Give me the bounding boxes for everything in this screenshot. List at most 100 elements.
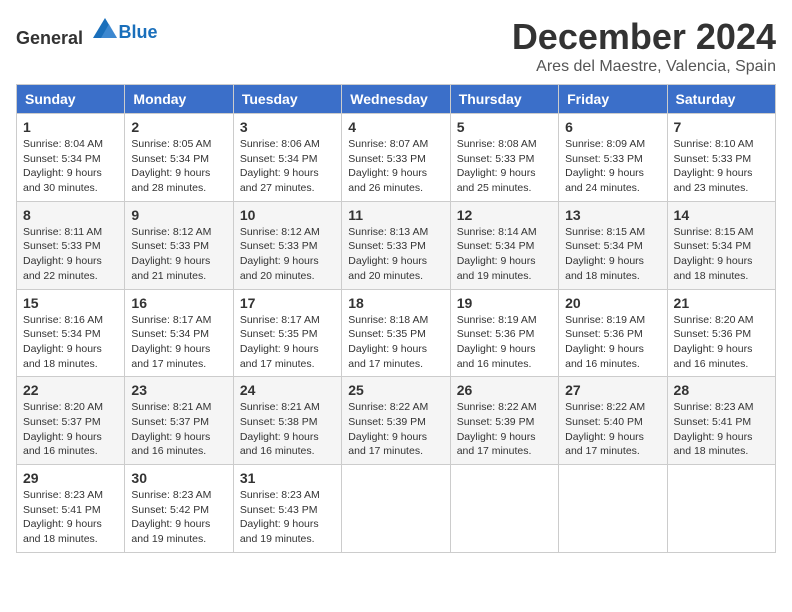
day-number: 9 [131,207,226,223]
day-number: 13 [565,207,660,223]
table-row: 6Sunrise: 8:09 AM Sunset: 5:33 PM Daylig… [559,114,667,202]
logo-blue: Blue [119,22,158,43]
day-number: 19 [457,295,552,311]
logo-icon [91,16,119,44]
day-number: 18 [348,295,443,311]
day-number: 17 [240,295,335,311]
table-row: 8Sunrise: 8:11 AM Sunset: 5:33 PM Daylig… [17,201,125,289]
table-row: 1 Sunrise: 8:04 AM Sunset: 5:34 PM Daylig… [17,114,125,202]
table-row: 3 Sunrise: 8:06 AM Sunset: 5:34 PM Daylig… [233,114,341,202]
day-info: Sunrise: 8:20 AM Sunset: 5:36 PM Dayligh… [674,313,769,372]
calendar-header-row: Sunday Monday Tuesday Wednesday Thursday… [17,85,776,114]
logo-general: General [16,28,83,48]
table-row: 23Sunrise: 8:21 AM Sunset: 5:37 PM Dayli… [125,377,233,465]
day-number: 11 [348,207,443,223]
day-number: 15 [23,295,118,311]
table-row: 17Sunrise: 8:17 AM Sunset: 5:35 PM Dayli… [233,289,341,377]
table-row: 18Sunrise: 8:18 AM Sunset: 5:35 PM Dayli… [342,289,450,377]
day-number: 5 [457,119,552,135]
table-row [559,465,667,553]
table-row: 4 Sunrise: 8:07 AM Sunset: 5:33 PM Daylig… [342,114,450,202]
day-number: 4 [348,119,443,135]
table-row: 16 Sunrise: 8:17 AM Sunset: 5:34 PM Dayli… [125,289,233,377]
table-row: 13 Sunrise: 8:15 AM Sunset: 5:34 PM Dayli… [559,201,667,289]
day-number: 8 [23,207,118,223]
day-info: Sunrise: 8:06 AM Sunset: 5:34 PM Dayligh… [240,137,335,196]
day-number: 16 [131,295,226,311]
day-info: Sunrise: 8:12 AM Sunset: 5:33 PM Dayligh… [240,225,335,284]
month-year-title: December 2024 [512,16,776,58]
day-info: Sunrise: 8:10 AM Sunset: 5:33 PM Dayligh… [674,137,769,196]
table-row: 24Sunrise: 8:21 AM Sunset: 5:38 PM Dayli… [233,377,341,465]
day-number: 27 [565,382,660,398]
col-tuesday: Tuesday [233,85,341,114]
table-row: 7 Sunrise: 8:10 AM Sunset: 5:33 PM Daylig… [667,114,775,202]
day-number: 10 [240,207,335,223]
day-number: 21 [674,295,769,311]
day-info: Sunrise: 8:19 AM Sunset: 5:36 PM Dayligh… [457,313,552,372]
table-row: 29 Sunrise: 8:23 AM Sunset: 5:41 PM Dayli… [17,465,125,553]
day-number: 24 [240,382,335,398]
day-info: Sunrise: 8:17 AM Sunset: 5:34 PM Dayligh… [131,313,226,372]
table-row: 25Sunrise: 8:22 AM Sunset: 5:39 PM Dayli… [342,377,450,465]
table-row: 28 Sunrise: 8:23 AM Sunset: 5:41 PM Dayli… [667,377,775,465]
col-monday: Monday [125,85,233,114]
table-row: 2 Sunrise: 8:05 AM Sunset: 5:34 PM Daylig… [125,114,233,202]
calendar-table: Sunday Monday Tuesday Wednesday Thursday… [16,84,776,553]
day-number: 1 [23,119,118,135]
calendar-week-row: 8Sunrise: 8:11 AM Sunset: 5:33 PM Daylig… [17,201,776,289]
day-info: Sunrise: 8:12 AM Sunset: 5:33 PM Dayligh… [131,225,226,284]
location-subtitle: Ares del Maestre, Valencia, Spain [512,58,776,76]
col-sunday: Sunday [17,85,125,114]
table-row [667,465,775,553]
day-info: Sunrise: 8:16 AM Sunset: 5:34 PM Dayligh… [23,313,118,372]
day-number: 23 [131,382,226,398]
col-friday: Friday [559,85,667,114]
day-number: 7 [674,119,769,135]
day-number: 14 [674,207,769,223]
calendar-week-row: 1 Sunrise: 8:04 AM Sunset: 5:34 PM Daylig… [17,114,776,202]
day-number: 30 [131,470,226,486]
table-row: 30Sunrise: 8:23 AM Sunset: 5:42 PM Dayli… [125,465,233,553]
logo-text: General [16,16,119,49]
calendar-week-row: 22 Sunrise: 8:20 AM Sunset: 5:37 PM Dayli… [17,377,776,465]
day-info: Sunrise: 8:19 AM Sunset: 5:36 PM Dayligh… [565,313,660,372]
col-saturday: Saturday [667,85,775,114]
calendar-week-row: 15 Sunrise: 8:16 AM Sunset: 5:34 PM Dayli… [17,289,776,377]
day-info: Sunrise: 8:05 AM Sunset: 5:34 PM Dayligh… [131,137,226,196]
day-info: Sunrise: 8:09 AM Sunset: 5:33 PM Dayligh… [565,137,660,196]
day-info: Sunrise: 8:20 AM Sunset: 5:37 PM Dayligh… [23,400,118,459]
table-row: 10 Sunrise: 8:12 AM Sunset: 5:33 PM Dayli… [233,201,341,289]
col-thursday: Thursday [450,85,558,114]
day-info: Sunrise: 8:23 AM Sunset: 5:41 PM Dayligh… [674,400,769,459]
day-number: 3 [240,119,335,135]
table-row: 5 Sunrise: 8:08 AM Sunset: 5:33 PM Daylig… [450,114,558,202]
table-row [342,465,450,553]
table-row: 31Sunrise: 8:23 AM Sunset: 5:43 PM Dayli… [233,465,341,553]
header: General Blue December 2024 Ares del Maes… [16,16,776,76]
day-number: 28 [674,382,769,398]
day-info: Sunrise: 8:04 AM Sunset: 5:34 PM Dayligh… [23,137,118,196]
day-number: 2 [131,119,226,135]
day-info: Sunrise: 8:23 AM Sunset: 5:43 PM Dayligh… [240,488,335,547]
day-info: Sunrise: 8:07 AM Sunset: 5:33 PM Dayligh… [348,137,443,196]
day-number: 29 [23,470,118,486]
table-row: 19 Sunrise: 8:19 AM Sunset: 5:36 PM Dayli… [450,289,558,377]
table-row: 20Sunrise: 8:19 AM Sunset: 5:36 PM Dayli… [559,289,667,377]
day-number: 22 [23,382,118,398]
day-info: Sunrise: 8:14 AM Sunset: 5:34 PM Dayligh… [457,225,552,284]
day-info: Sunrise: 8:23 AM Sunset: 5:41 PM Dayligh… [23,488,118,547]
day-info: Sunrise: 8:08 AM Sunset: 5:33 PM Dayligh… [457,137,552,196]
day-number: 12 [457,207,552,223]
day-number: 26 [457,382,552,398]
table-row: 21 Sunrise: 8:20 AM Sunset: 5:36 PM Dayli… [667,289,775,377]
day-info: Sunrise: 8:15 AM Sunset: 5:34 PM Dayligh… [565,225,660,284]
table-row: 26 Sunrise: 8:22 AM Sunset: 5:39 PM Dayli… [450,377,558,465]
day-info: Sunrise: 8:15 AM Sunset: 5:34 PM Dayligh… [674,225,769,284]
day-info: Sunrise: 8:13 AM Sunset: 5:33 PM Dayligh… [348,225,443,284]
title-area: December 2024 Ares del Maestre, Valencia… [512,16,776,76]
calendar-week-row: 29 Sunrise: 8:23 AM Sunset: 5:41 PM Dayli… [17,465,776,553]
table-row: 9 Sunrise: 8:12 AM Sunset: 5:33 PM Daylig… [125,201,233,289]
day-info: Sunrise: 8:22 AM Sunset: 5:39 PM Dayligh… [457,400,552,459]
day-number: 25 [348,382,443,398]
